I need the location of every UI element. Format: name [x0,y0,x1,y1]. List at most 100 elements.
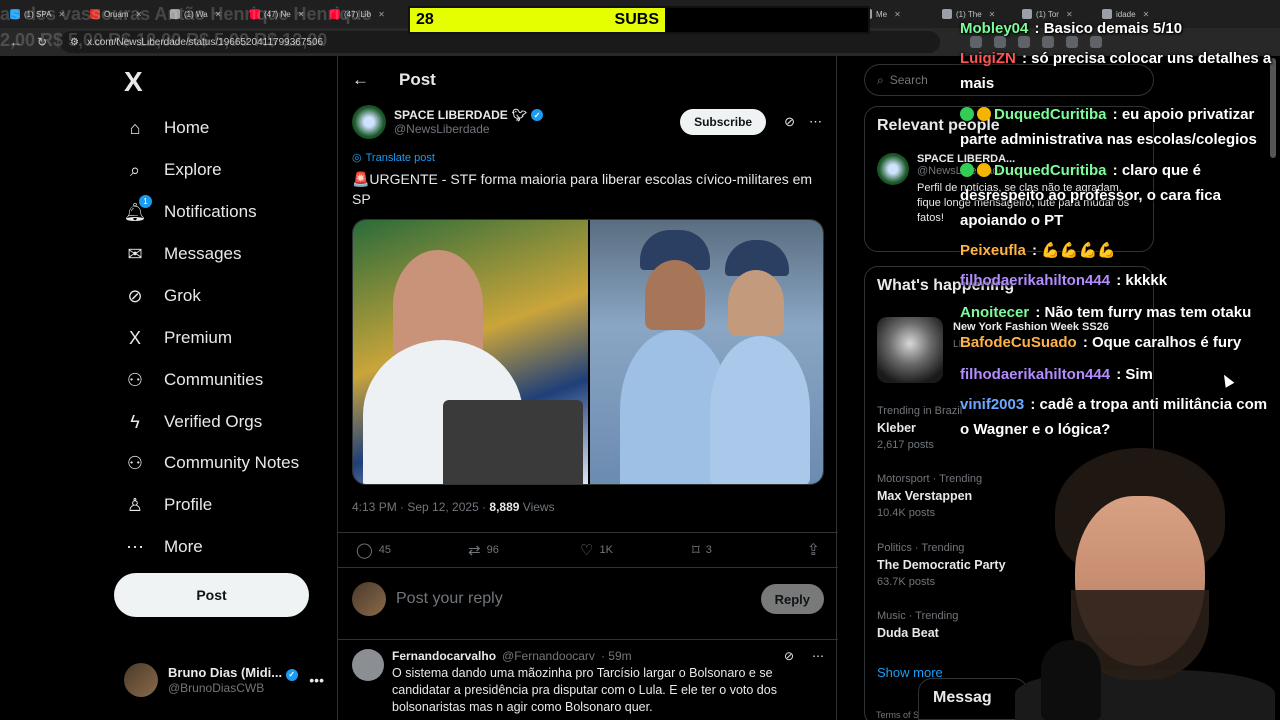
reply-input[interactable]: Post your reply [396,590,503,608]
sidebar-item-grok[interactable]: ⊘ Grok [124,281,200,311]
notification-badge: 1 [139,195,152,208]
x-logo[interactable]: X [124,66,143,98]
grok-icon[interactable]: ⊘ [784,114,795,130]
reply-button[interactable]: Reply [760,584,824,614]
sidebar-nav: X ⌂ Home ⌕ Explore 🔔︎ 1 Notifications ✉ Messages… [114,56,324,720]
subscribe-button[interactable]: Subscribe [680,109,767,135]
comment-text: O sistema dando uma mãozinha pro Tarcísi… [392,666,777,714]
sidebar-item-explore[interactable]: ⌕ Explore [124,155,222,185]
mail-icon: ✉ [127,243,143,264]
bookmark-action[interactable]: ⌑ 3 [692,541,804,559]
reply-action[interactable]: ◯ 45 [356,541,468,559]
tab-label: Oruam [104,9,129,19]
sidebar-item-communities[interactable]: ⚇ Communities [124,365,263,395]
sidebar-item-label: Notifications [164,202,257,221]
tab-label: (1) Wa [184,9,208,19]
chat-text: : 💪💪💪💪 [1027,242,1116,259]
reload-icon[interactable]: ↻ [34,35,50,49]
chat-message: Peixeufla : 💪💪💪💪 [960,238,1272,263]
browser-tab[interactable]: (1) SPA ✕ [4,3,82,25]
site-info-icon[interactable]: ⚙ [70,37,79,48]
grok-icon: ⊘ [127,285,143,306]
reply-item[interactable]: Fernandocarvalho @Fernandoocarv · 59m ⊘ … [352,649,824,716]
tab-label: (1) SPA [24,9,52,19]
page-title: Post [399,70,436,89]
close-tab-icon[interactable]: ✕ [298,10,305,19]
back-arrow-icon[interactable]: ← [352,70,369,90]
lightning-icon: ϟ [130,411,140,432]
browser-tab[interactable]: Oruam ✕ [84,3,162,25]
media-image-left[interactable] [353,220,588,484]
favicon-icon [330,9,340,19]
browser-tab[interactable]: (1) Wa ✕ [164,3,242,25]
search-icon: ⌕ [129,159,141,180]
author-avatar[interactable] [352,105,386,139]
chat-username: BafodeCuSuado [960,334,1077,351]
chat-username: Anoitecer [960,304,1030,321]
grok-icon[interactable]: ⊘ [784,649,794,663]
post-button[interactable]: Post [114,573,309,617]
close-tab-icon[interactable]: ✕ [135,10,142,19]
back-icon[interactable]: ← [8,35,24,49]
media-image-right[interactable] [590,220,823,484]
close-tab-icon[interactable]: ✕ [378,10,385,19]
sidebar-item-label: More [164,537,203,556]
share-icon[interactable]: ⇪ [807,540,820,560]
repost-icon: ⇄ [468,542,481,559]
chat-message: Anoitecer : Não tem furry mas tem otaku [960,300,1272,325]
sidebar-item-notifications[interactable]: 🔔︎ 1 Notifications [124,195,257,227]
view-count: 8,889 [489,500,520,514]
chat-message: LuigiZN : só precisa colocar uns detalhe… [960,46,1272,96]
favicon-icon [250,9,260,19]
account-switcher[interactable]: Bruno Dias (Midi... ✓ @BrunoDiasCWB ••• [124,662,324,698]
avatar[interactable] [877,153,909,185]
sidebar-item-home[interactable]: ⌂ Home [124,113,210,143]
chat-message: vinif2003 : cadê a tropa anti militância… [960,392,1272,442]
heart-icon: ♡ [580,542,594,559]
chat-badge-icon [977,163,991,177]
commenter-avatar[interactable] [352,649,384,681]
post-media[interactable] [352,219,824,485]
sidebar-item-community-notes[interactable]: ⚇ Community Notes [124,448,299,478]
sidebar-item-premium[interactable]: X Premium [124,323,232,353]
chat-badge-icon [960,163,974,177]
translate-post-link[interactable]: ◎ Translate post [352,151,435,165]
like-action[interactable]: ♡ 1K [580,541,692,559]
post-text: 🚨URGENTE - STF forma maioria para libera… [352,171,813,207]
sidebar-item-more[interactable]: ⋯ More [124,532,203,562]
browser-tab[interactable]: (47) Lib ✕ [324,3,402,25]
chat-username: Peixeufla [960,242,1026,259]
browser-tab[interactable]: (47) Ne ✕ [244,3,322,25]
sidebar-item-profile[interactable]: ♙ Profile [124,490,212,520]
sidebar-item-messages[interactable]: ✉ Messages [124,239,241,269]
more-icon[interactable]: ⋯ [809,114,822,130]
featured-trend-image[interactable] [877,317,943,383]
post-column: ← Post SPACE LIBERDADE 🐦︎ ✓ @NewsLiberdade… [337,56,838,720]
commenter-name[interactable]: Fernandocarvalho [392,649,496,663]
sidebar-item-label: Messages [164,244,242,263]
more-dots-icon[interactable]: ••• [309,672,324,688]
more-icon[interactable]: ⋯ [812,649,824,663]
chat-message: filhodaerikahilton444 : kkkkk [960,268,1272,293]
url-field[interactable]: ⚙ x.com/NewsLiberdade/status/19665204117… [60,31,940,53]
close-tab-icon[interactable]: ✕ [215,10,222,19]
close-tab-icon[interactable]: ✕ [894,10,901,19]
chat-username: DuquedCuritiba [994,162,1107,179]
home-icon: ⌂ [129,117,141,138]
subs-count: 28 [416,11,434,28]
chat-username: LuigiZN [960,50,1016,67]
sidebar-item-verified-orgs[interactable]: ϟ Verified Orgs [124,407,262,437]
commenter-handle[interactable]: @Fernandoocarv [502,649,595,663]
chat-message: DuquedCuritiba : eu apoio privatizar par… [960,102,1272,152]
author-name[interactable]: SPACE LIBERDADE 🐦︎ ✓ [394,108,544,122]
author-handle[interactable]: @NewsLiberdade [394,122,543,136]
repost-action[interactable]: ⇄ 96 [468,541,580,559]
chat-text: : Basico demais 5/10 [1030,20,1183,37]
sidebar-item-label: Verified Orgs [164,412,263,431]
profile-icon: ♙ [126,494,144,515]
chat-badge-icon [960,107,974,121]
terms-link[interactable]: Terms of S [876,710,919,720]
sidebar-item-label: Communities [164,370,264,389]
close-tab-icon[interactable]: ✕ [58,10,65,19]
x-icon: X [128,327,141,348]
